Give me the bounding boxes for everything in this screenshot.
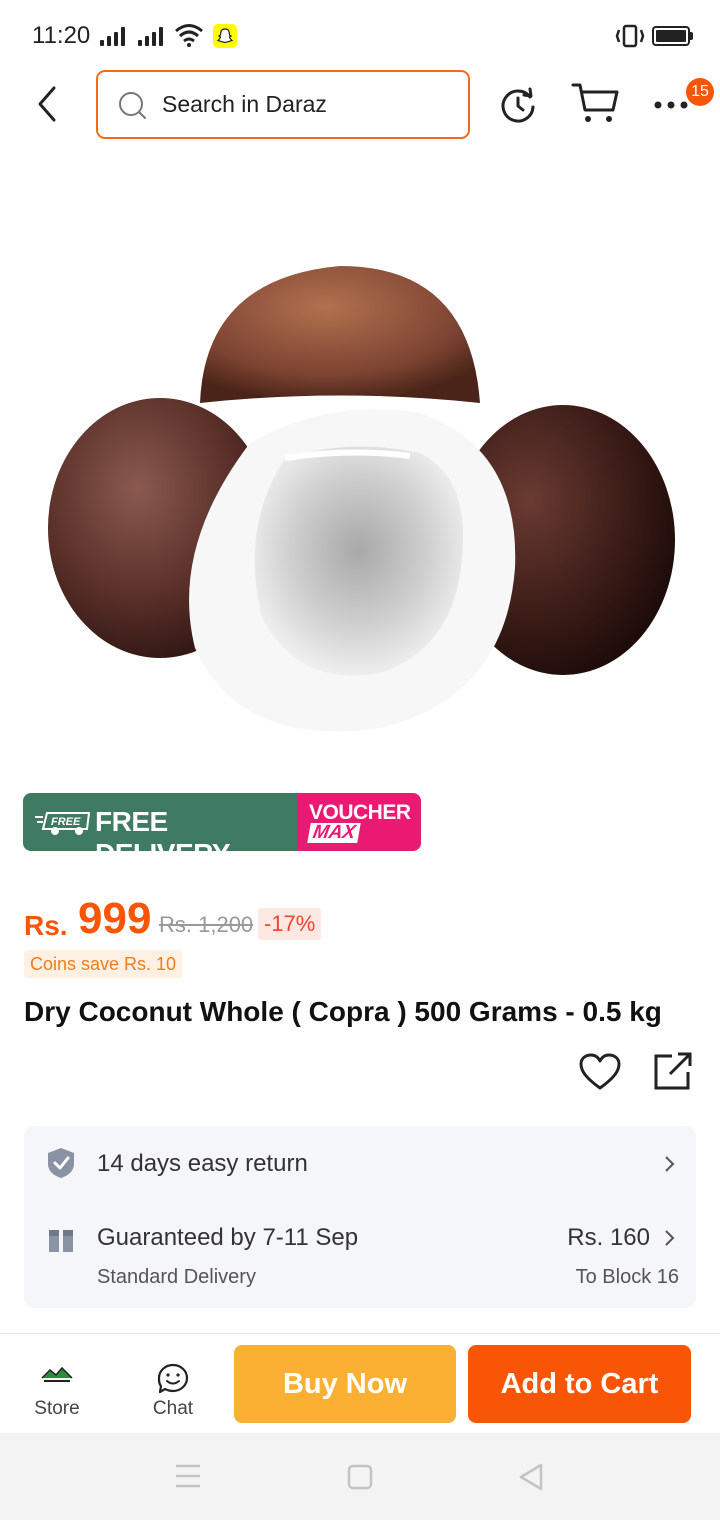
action-bar: Store Chat Buy Now Add to Cart: [0, 1333, 720, 1433]
price-currency: Rs.: [24, 910, 68, 941]
nav-back-icon[interactable]: [518, 1462, 544, 1492]
search-input[interactable]: Search in Daraz: [96, 70, 470, 139]
free-delivery-label: FREE DELIVERY: [95, 806, 231, 851]
notification-badge: 15: [686, 78, 714, 106]
search-placeholder: Search in Daraz: [162, 91, 327, 117]
discount-badge: -17%: [258, 908, 322, 940]
delivery-type-text: Standard Delivery: [97, 1266, 256, 1288]
original-price: Rs. 1,200: [159, 912, 254, 937]
store-button[interactable]: Store: [14, 1356, 100, 1426]
back-button[interactable]: [30, 84, 66, 124]
service-info-box: 14 days easy return Guaranteed by 7-11 S…: [24, 1126, 696, 1308]
price-row: Rs. 999 Rs. 1,200 -17%: [24, 894, 704, 950]
status-bar: 11:20: [0, 0, 720, 70]
wifi-icon: [175, 24, 203, 47]
battery-icon: [652, 26, 690, 46]
delivery-location: To Block 16: [575, 1266, 679, 1288]
chat-label: Chat: [152, 1398, 194, 1419]
cart-icon[interactable]: [570, 80, 620, 126]
product-image[interactable]: [0, 148, 720, 768]
home-icon[interactable]: [347, 1464, 373, 1490]
battery-tip: [690, 32, 693, 40]
system-nav-bar: [0, 1433, 720, 1520]
chat-button[interactable]: Chat: [130, 1356, 216, 1426]
voucher-max-badge: VOUCHER MAX: [297, 793, 421, 851]
add-to-cart-button[interactable]: Add to Cart: [468, 1345, 691, 1423]
package-icon: [49, 1230, 73, 1252]
store-label: Store: [34, 1398, 80, 1419]
vibrate-icon: [615, 24, 645, 48]
delivery-guarantee-text: Guaranteed by 7-11 Sep: [97, 1224, 359, 1251]
chevron-right-icon: [665, 1230, 675, 1246]
max-label: MAX: [307, 822, 361, 843]
delivery-fee: Rs. 160: [567, 1224, 650, 1251]
chevron-right-icon: [665, 1156, 675, 1172]
return-policy-row[interactable]: 14 days easy return: [24, 1126, 696, 1202]
price-value: 999: [78, 894, 152, 943]
free-tag: FREE: [51, 816, 81, 828]
product-title: Dry Coconut Whole ( Copra ) 500 Grams - …: [24, 996, 662, 1027]
recent-apps-icon[interactable]: [174, 1463, 202, 1489]
history-icon[interactable]: [497, 84, 539, 126]
delivery-row[interactable]: Guaranteed by 7-11 Sep Standard Delivery…: [24, 1208, 696, 1308]
snapchat-icon: [213, 24, 237, 48]
return-policy-text: 14 days easy return: [97, 1150, 308, 1177]
wishlist-heart-icon[interactable]: [578, 1052, 622, 1092]
buy-now-button[interactable]: Buy Now: [234, 1345, 456, 1423]
signal-icon: [138, 26, 168, 46]
status-time: 11:20: [32, 22, 91, 49]
coins-save-badge: Coins save Rs. 10: [24, 950, 183, 978]
free-delivery-badge: FREE FREE DELIVERY: [23, 793, 297, 851]
share-icon[interactable]: [650, 1050, 694, 1094]
header: Search in Daraz 15: [0, 66, 720, 146]
chat-icon: [157, 1363, 189, 1394]
promo-banner[interactable]: FREE FREE DELIVERY VOUCHER MAX: [23, 793, 421, 851]
signal-icon: [100, 26, 130, 46]
search-icon: [119, 92, 146, 119]
shield-check-icon: [48, 1148, 74, 1178]
store-logo-icon: [41, 1366, 73, 1382]
